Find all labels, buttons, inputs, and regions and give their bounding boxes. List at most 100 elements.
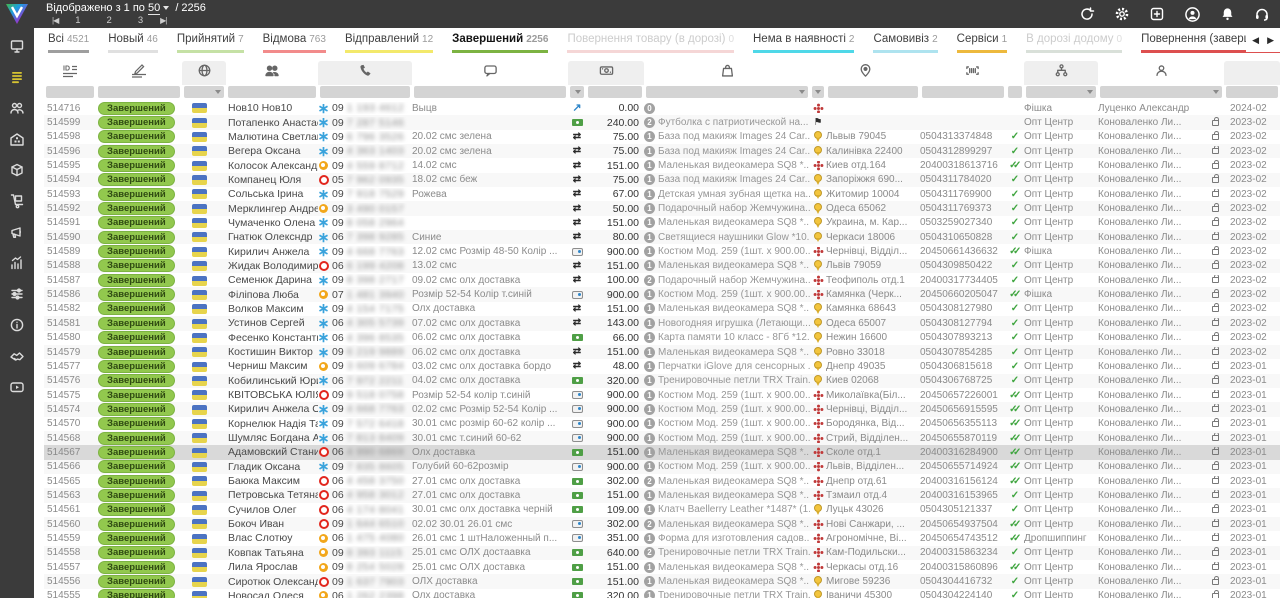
column-header-edit-status-icon[interactable] [96,61,182,85]
tab-4[interactable]: Відправлений12 [345,33,433,53]
video-tutorials-icon[interactable] [0,371,34,402]
table-row[interactable]: 514558ЗавершенийКовпак Татьяна098 393 11… [44,546,1280,560]
statistics-icon[interactable] [0,247,34,278]
orders-icon[interactable] [0,61,34,92]
filter-input[interactable] [320,86,410,98]
filter-input[interactable] [922,86,1004,98]
status-cell[interactable]: Завершений [96,288,182,301]
per-page-select[interactable]: 50 [148,2,160,15]
table-row[interactable]: 514593ЗавершенийСольська Ірина∗097 918 7… [44,187,1280,201]
info-icon[interactable] [0,309,34,340]
notifications-bell-icon[interactable] [1220,6,1235,22]
settings-gear-icon[interactable] [1114,6,1130,22]
filter-input[interactable] [570,86,584,98]
tab-6[interactable]: Повернення товару (в дорозі)0 [567,33,734,53]
marketing-icon[interactable] [0,216,34,247]
column-header-bag-icon[interactable] [644,61,810,85]
column-header-money-icon[interactable] [568,61,644,85]
status-cell[interactable]: Завершений [96,346,182,359]
table-row[interactable]: 514575ЗавершенийКВІТОВСЬКА ЮЛІЯ099 518 0… [44,388,1280,402]
status-cell[interactable]: Завершений [96,130,182,143]
table-row[interactable]: 514716ЗавершенийНов10 Нов10∗091 193 4612… [44,101,1280,115]
app-logo[interactable] [4,2,30,26]
table-row[interactable]: 514559ЗавершенийВлас Слотюу061 475 40802… [44,531,1280,545]
table-row[interactable]: 514555ЗавершенийНовосад Олеся061 262 239… [44,589,1280,598]
table-row[interactable]: 514588ЗавершенийЖидак Володимир066 199 4… [44,259,1280,273]
table-row[interactable]: 514574ЗавершенийКирилич Анжела Ол...∗094… [44,402,1280,416]
logistics-icon[interactable] [0,185,34,216]
table-row[interactable]: 514598ЗавершенийМалютина Светлана∗096 79… [44,130,1280,144]
status-cell[interactable]: Завершений [96,245,182,258]
page-button-3[interactable]: 3 [125,15,156,27]
filter-input[interactable] [184,86,224,98]
column-header-id-icon[interactable]: ID [44,61,96,85]
table-row[interactable]: 514599ЗавершенийПотапенко Анастас..∗097 … [44,115,1280,129]
status-cell[interactable]: Завершений [96,403,182,416]
table-row[interactable]: 514594ЗавершенийКомпанец Юля057 962 0935… [44,173,1280,187]
table-row[interactable]: 514581ЗавершенийУстинов Сергей∗064 305 5… [44,316,1280,330]
table-row[interactable]: 514565ЗавершенийБаюка Максим064 458 3750… [44,474,1280,488]
status-cell[interactable]: Завершений [96,231,182,244]
filter-input[interactable] [414,86,566,98]
filter-input[interactable] [812,86,824,98]
status-cell[interactable]: Завершений [96,102,182,115]
filter-input[interactable] [828,86,918,98]
page-button-1[interactable]: 1 [62,15,93,27]
last-page-button[interactable]: ▶| [156,15,170,27]
status-cell[interactable]: Завершений [96,518,182,531]
add-icon[interactable] [1149,6,1165,22]
table-row[interactable]: 514589ЗавершенийКирилич Анжела∗094 668 7… [44,244,1280,258]
status-cell[interactable]: Завершений [96,331,182,344]
table-row[interactable]: 514582ЗавершенийВолков Максим∗094 154 71… [44,302,1280,316]
tab-1[interactable]: Новый46 [108,33,158,53]
support-headset-icon[interactable] [1254,6,1270,22]
customers-icon[interactable] [0,92,34,123]
tabs-scroll-left-icon[interactable]: ◀ [1252,35,1259,46]
status-cell[interactable]: Завершений [96,432,182,445]
table-row[interactable]: 514590ЗавершенийГнатюк Олексндр∗067 398 … [44,230,1280,244]
column-header-user-icon[interactable] [1098,61,1224,85]
table-row[interactable]: 514577ЗавершенийЧерниш Максим093 609 678… [44,359,1280,373]
column-header-globe-icon[interactable] [182,61,226,85]
page-button-2[interactable]: 2 [94,15,125,27]
tabs-scroll-right-icon[interactable]: ▶ [1267,35,1274,46]
status-cell[interactable]: Завершений [96,503,182,516]
column-header[interactable] [1224,61,1280,85]
table-row[interactable]: 514579ЗавершенийКостишин Виктор∗096 219 … [44,345,1280,359]
table-row[interactable]: 514596ЗавершенийВегера Оксана∗094 363 14… [44,144,1280,158]
table-row[interactable]: 514557ЗавершенийЛила Ярослав098 254 5028… [44,560,1280,574]
status-cell[interactable]: Завершений [96,389,182,402]
account-icon[interactable] [1184,6,1201,23]
status-cell[interactable]: Завершений [96,259,182,272]
status-cell[interactable]: Завершений [96,116,182,129]
table-row[interactable]: 514576ЗавершенийКобилинський Юрий∗067 97… [44,374,1280,388]
tab-3[interactable]: Відмова763 [263,33,326,53]
status-cell[interactable]: Завершений [96,575,182,588]
tab-2[interactable]: Прийнятий7 [177,33,244,53]
filter-input[interactable] [646,86,808,98]
table-row[interactable]: 514595ЗавершенийКолосок Александр094 559… [44,158,1280,172]
column-header-sitemap-icon[interactable] [1024,61,1098,85]
status-cell[interactable]: Завершений [96,532,182,545]
status-cell[interactable]: Завершений [96,460,182,473]
refresh-icon[interactable] [1079,6,1095,22]
table-row[interactable]: 514563ЗавершенийПетровська Тетяна064 958… [44,488,1280,502]
tab-10[interactable]: В дорозі додому0 [1026,33,1122,53]
column-header-barcode-icon[interactable] [920,61,1024,85]
status-cell[interactable]: Завершений [96,417,182,430]
status-cell[interactable]: Завершений [96,188,182,201]
tab-0[interactable]: Всі4521 [48,33,89,53]
column-header-pin-icon[interactable] [810,61,920,85]
tab-7[interactable]: Нема в наявності2 [753,33,854,53]
tab-9[interactable]: Сервіси1 [957,33,1008,53]
status-cell[interactable]: Завершений [96,546,182,559]
tab-8[interactable]: Самовивіз2 [873,33,937,53]
first-page-button[interactable]: |◀ [48,15,62,27]
filter-input[interactable] [46,86,94,98]
status-cell[interactable]: Завершений [96,475,182,488]
settings-sliders-icon[interactable] [0,278,34,309]
partners-icon[interactable] [0,340,34,371]
table-row[interactable]: 514566ЗавершенийГладик Оксана∗097 835 86… [44,460,1280,474]
warehouse-icon[interactable] [0,123,34,154]
column-header-phone-icon[interactable] [318,61,412,85]
